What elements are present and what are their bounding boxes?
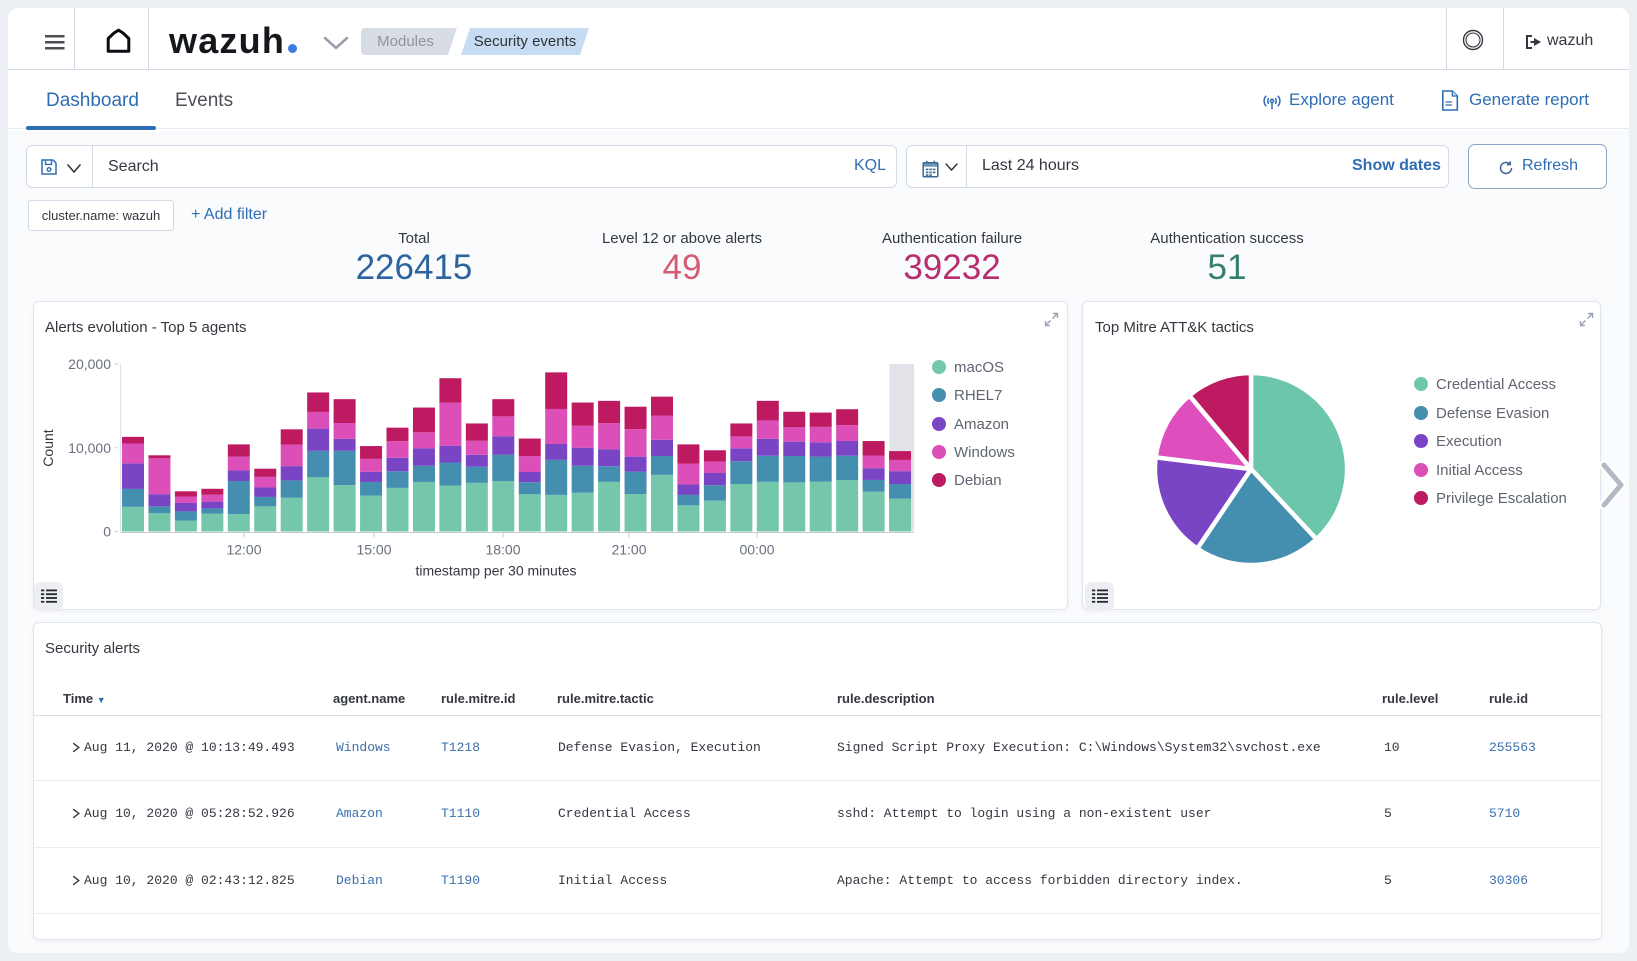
svg-text:10,000: 10,000 — [68, 440, 111, 456]
svg-text:18:00: 18:00 — [485, 542, 520, 558]
svg-text:21:00: 21:00 — [611, 542, 646, 558]
svg-text:12:00: 12:00 — [226, 542, 261, 558]
svg-text:15:00: 15:00 — [356, 542, 391, 558]
svg-text:00:00: 00:00 — [739, 542, 774, 558]
svg-text:Count: Count — [40, 429, 56, 466]
svg-text:0: 0 — [103, 524, 111, 540]
svg-text:timestamp per 30 minutes: timestamp per 30 minutes — [415, 563, 576, 579]
svg-text:20,000: 20,000 — [68, 356, 111, 372]
